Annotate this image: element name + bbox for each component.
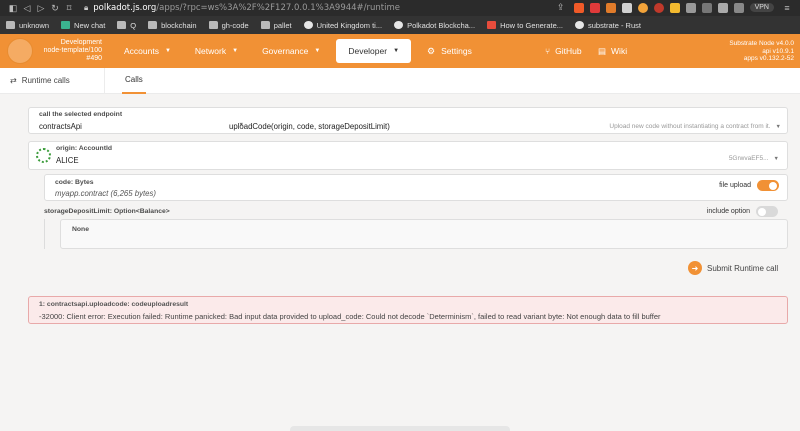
tab-calls[interactable]: Calls — [122, 68, 146, 94]
error-title: 1: contractsapi.uploadcode: codeuploadre… — [39, 301, 189, 308]
node-selector[interactable]: Development node-template/100 #490 — [40, 39, 102, 63]
extension-binance-icon[interactable] — [669, 2, 680, 13]
bookmark-icon[interactable]: ⌑ — [62, 3, 76, 14]
origin-account-selector[interactable]: origin: AccountId ALICE 5GrwvaEF5... ▼ — [28, 141, 788, 170]
endpoint-selector: call the selected endpoint contractsApi … — [28, 107, 788, 134]
url-path: /apps/?rpc=ws%3A%2F%2F127.0.0.1%3A9944#/… — [156, 3, 401, 13]
youtube-icon — [487, 21, 497, 29]
github-icon — [394, 21, 404, 29]
flag-icon — [303, 21, 313, 29]
bookmark-item[interactable]: Polkadot Blockcha... — [394, 21, 475, 30]
section-title: ⇄ Runtime calls — [0, 67, 105, 94]
code-branch-icon: ⑂ — [545, 46, 551, 56]
reload-icon[interactable]: ↻ — [48, 3, 62, 14]
chatgpt-icon — [61, 21, 71, 29]
vpn-button[interactable]: VPN — [749, 3, 774, 12]
folder-icon — [148, 21, 158, 29]
chevron-down-icon: ▼ — [164, 48, 171, 54]
bookmark-item[interactable]: pallet — [260, 21, 292, 30]
brave-shield-icon[interactable] — [573, 2, 584, 13]
substrate-logo-icon — [7, 38, 33, 64]
window-icon[interactable] — [717, 2, 728, 13]
storage-limit-label: storageDepositLimit: Option<Balance> — [44, 208, 170, 215]
method-dropdown[interactable]: uploadCode(origin, code, storageDepositL… — [229, 122, 781, 131]
extension-red-icon[interactable] — [589, 2, 600, 13]
include-option-toggle[interactable] — [756, 206, 778, 217]
wiki-link[interactable]: ▤ Wiki — [598, 34, 627, 68]
menu-governance[interactable]: Governance ▼ — [250, 34, 332, 68]
submit-arrow-icon: ➜ — [688, 261, 702, 275]
chevron-down-icon: ▼ — [773, 155, 779, 162]
bookmark-item[interactable]: blockchain — [148, 21, 197, 30]
menu-icon[interactable] — [701, 2, 712, 13]
scroll-hint — [290, 426, 510, 431]
book-icon: ▤ — [598, 45, 607, 56]
bookmark-item[interactable]: Q — [117, 21, 136, 30]
code-param: code: Bytes myapp.contract (6,265 bytes)… — [44, 174, 788, 201]
bookmark-item[interactable]: New chat — [61, 21, 105, 30]
error-message-box: 1: contractsapi.uploadcode: codeuploadre… — [28, 296, 788, 324]
account-name: ALICE — [56, 156, 79, 165]
forward-icon[interactable]: ▷ — [34, 3, 48, 14]
bookmark-item[interactable]: substrate - Rust — [575, 21, 641, 30]
submit-runtime-call-button[interactable]: ➜ Submit Runtime call — [688, 261, 778, 275]
back-icon[interactable]: ◁ — [20, 3, 34, 14]
menu-developer[interactable]: Developer ▼ — [336, 39, 412, 63]
chevron-down-icon: ▼ — [393, 48, 400, 54]
extension-orange-icon[interactable] — [605, 2, 616, 13]
folder-icon — [260, 21, 270, 29]
bookmarks-bar: unknown New chat Q blockchain gh-code pa… — [0, 16, 800, 34]
menu-accounts[interactable]: Accounts ▼ — [112, 34, 183, 68]
menu-settings[interactable]: ⚙ Settings — [415, 34, 484, 68]
overflow-menu-icon[interactable]: ≡ — [780, 3, 794, 13]
endpoint-label: call the selected endpoint — [39, 111, 123, 118]
bookmark-item[interactable]: United Kingdom ti... — [303, 21, 382, 30]
bookmark-item[interactable]: unknown — [6, 21, 49, 30]
storage-limit-value-box: None — [60, 219, 788, 249]
extension-gray-icon[interactable] — [621, 2, 632, 13]
url-host: polkadot.js.org — [93, 3, 157, 13]
bookmark-item[interactable]: gh-code — [208, 21, 249, 30]
globe-icon — [575, 21, 585, 29]
identicon-avatar — [36, 148, 51, 163]
lock-icon: 🔒︎ — [84, 3, 89, 12]
extensions-puzzle-icon[interactable] — [685, 2, 696, 13]
code-label: code: Bytes — [55, 179, 94, 186]
account-address: 5GrwvaEF5... — [728, 155, 769, 162]
include-option-label: include option — [706, 208, 750, 215]
folder-icon — [6, 21, 15, 29]
file-upload-label: file upload — [719, 182, 751, 189]
sub-navigation: ⇄ Runtime calls Calls — [0, 67, 800, 94]
version-info: Substrate Node v4.0.0 api v10.9.1 apps v… — [729, 40, 794, 62]
file-upload-toggle[interactable] — [757, 180, 779, 191]
code-file-value[interactable]: myapp.contract (6,265 bytes) — [55, 189, 156, 198]
browser-toolbar: ◧ ◁ ▷ ↻ ⌑ 🔒︎ polkadot.js.org /apps/?rpc=… — [0, 0, 800, 16]
bookmark-item[interactable]: How to Generate... — [487, 21, 563, 30]
error-text: -32000: Client error: Execution failed: … — [39, 312, 661, 321]
storage-limit-value: None — [72, 226, 89, 233]
github-link[interactable]: ⑂ GitHub — [545, 34, 582, 68]
api-dropdown[interactable]: contractsApi ▼ — [39, 122, 244, 131]
folder-icon — [208, 21, 218, 29]
share-icon[interactable]: ⇪ — [554, 2, 568, 13]
option-indent-line — [44, 219, 45, 249]
folder-icon — [117, 21, 127, 29]
address-bar[interactable]: 🔒︎ polkadot.js.org /apps/?rpc=ws%3A%2F%2… — [84, 3, 400, 13]
extension-coin-icon[interactable] — [637, 2, 648, 13]
chain-logo[interactable] — [0, 34, 40, 68]
method-description: Upload new code without instantiating a … — [609, 123, 771, 130]
arrows-icon: ⇄ — [10, 76, 17, 85]
chevron-down-icon: ▼ — [775, 123, 781, 130]
chevron-down-icon: ▼ — [314, 48, 321, 54]
menu-network[interactable]: Network ▼ — [183, 34, 250, 68]
wallet-icon[interactable] — [733, 2, 744, 13]
sidebar-toggle-icon[interactable]: ◧ — [6, 3, 20, 14]
chevron-down-icon: ▼ — [232, 48, 239, 54]
gear-icon: ⚙ — [427, 45, 436, 56]
app-header: Development node-template/100 #490 Accou… — [0, 34, 800, 68]
extension-pin-icon[interactable] — [653, 2, 664, 13]
